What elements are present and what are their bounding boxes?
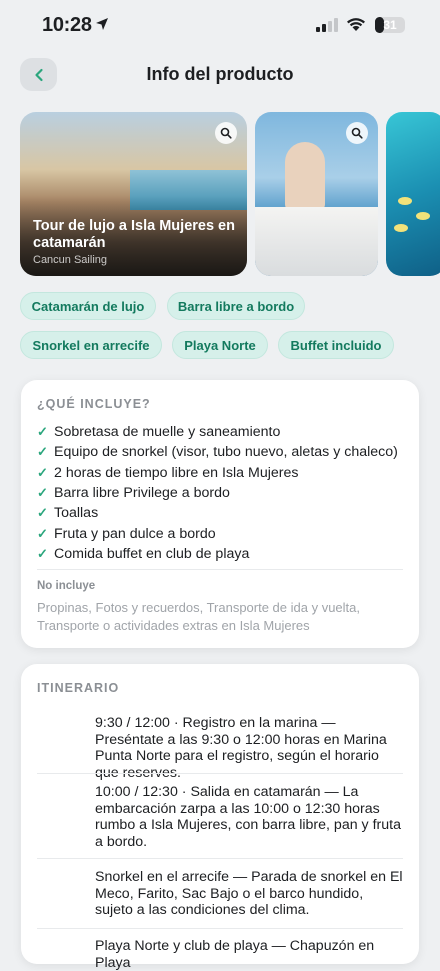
tag-chip: Barra libre a bordo xyxy=(167,292,305,320)
gallery-card-2[interactable] xyxy=(255,112,378,276)
gallery-photo-fish xyxy=(416,212,430,220)
list-item: ✓ Comida buffet en club de playa xyxy=(37,545,250,562)
divider xyxy=(37,928,403,929)
check-icon: ✓ xyxy=(37,545,48,561)
gallery-card-main[interactable]: Tour de lujo a Isla Mujeres en catamarán… xyxy=(20,112,247,276)
not-included-text: Propinas, Fotos y recuerdos, Transporte … xyxy=(37,600,361,633)
tag-chip: Playa Norte xyxy=(172,331,268,359)
check-icon: ✓ xyxy=(37,505,48,521)
header: Info del producto xyxy=(0,56,440,96)
battery-indicator: 31 xyxy=(375,17,405,33)
status-time: 10:28 xyxy=(42,14,92,36)
zoom-button[interactable] xyxy=(215,122,237,144)
itinerary-step: Playa Norte y club de playa — Chapuzón e… xyxy=(95,938,375,971)
photo-gallery[interactable]: Tour de lujo a Isla Mujeres en catamarán… xyxy=(20,112,440,277)
cellular-signal-icon xyxy=(316,18,338,32)
itinerary-heading: ITINERARIO xyxy=(37,681,120,695)
gallery-photo-person xyxy=(285,142,325,212)
list-item: ✓ Barra libre Privilege a bordo xyxy=(37,485,230,502)
gallery-card-3[interactable] xyxy=(386,112,440,276)
itinerary-panel: ITINERARIO 9:30 / 12:00 · Registro en la… xyxy=(21,664,419,971)
status-bar: 10:28 31 xyxy=(0,0,440,52)
includes-panel: ¿QUÉ INCLUYE? ✓ Sobretasa de muelle y san… xyxy=(21,380,419,648)
tag-chip: Snorkel en arrecife xyxy=(20,331,162,359)
list-item: ✓ Sobretasa de muelle y saneamiento xyxy=(37,424,281,441)
divider xyxy=(37,858,403,859)
zoom-button[interactable] xyxy=(346,122,368,144)
check-icon: ✓ xyxy=(37,485,48,501)
wifi-icon xyxy=(347,18,365,31)
list-item: ✓ Toallas xyxy=(37,505,99,522)
list-item: ✓ Fruta y pan dulce a bordo xyxy=(37,525,216,542)
check-icon: ✓ xyxy=(37,444,48,460)
gallery-photo-fish xyxy=(394,224,408,232)
check-icon: ✓ xyxy=(37,525,48,541)
list-item: ✓ Equipo de snorkel (visor, tubo nuevo, a… xyxy=(37,444,398,461)
magnifier-icon xyxy=(220,127,232,139)
gallery-card-title: Tour de lujo a Isla Mujeres en catamarán xyxy=(33,218,235,251)
gallery-photo-boat xyxy=(255,207,378,276)
divider xyxy=(37,773,403,774)
magnifier-icon xyxy=(351,127,363,139)
battery-percentage: 31 xyxy=(383,18,397,32)
gallery-card-subtitle: Cancun Sailing xyxy=(33,254,107,266)
itinerary-step: Snorkel en el arrecife — Parada de snork… xyxy=(95,869,403,918)
list-item: ✓ 2 horas de tiempo libre en Isla Mujeres xyxy=(37,464,299,481)
divider xyxy=(37,569,403,570)
page-title: Info del producto xyxy=(146,64,294,84)
not-included-heading: No incluye xyxy=(37,580,96,592)
itinerary-step: 10:00 / 12:30 · Salida en catamarán — La… xyxy=(95,784,401,850)
includes-heading: ¿QUÉ INCLUYE? xyxy=(37,397,151,411)
itinerary-step: 9:30 / 12:00 · Registro en la marina — P… xyxy=(95,715,387,781)
tag-chip: Buffet incluido xyxy=(278,331,394,359)
tag-chip: Catamarán de lujo xyxy=(20,292,156,320)
location-arrow-icon xyxy=(96,18,108,30)
gallery-photo-fish xyxy=(398,197,412,205)
check-icon: ✓ xyxy=(37,424,48,440)
check-icon: ✓ xyxy=(37,464,48,480)
includes-list: ✓ Sobretasa de muelle y saneamiento ✓ Equi… xyxy=(37,422,407,564)
